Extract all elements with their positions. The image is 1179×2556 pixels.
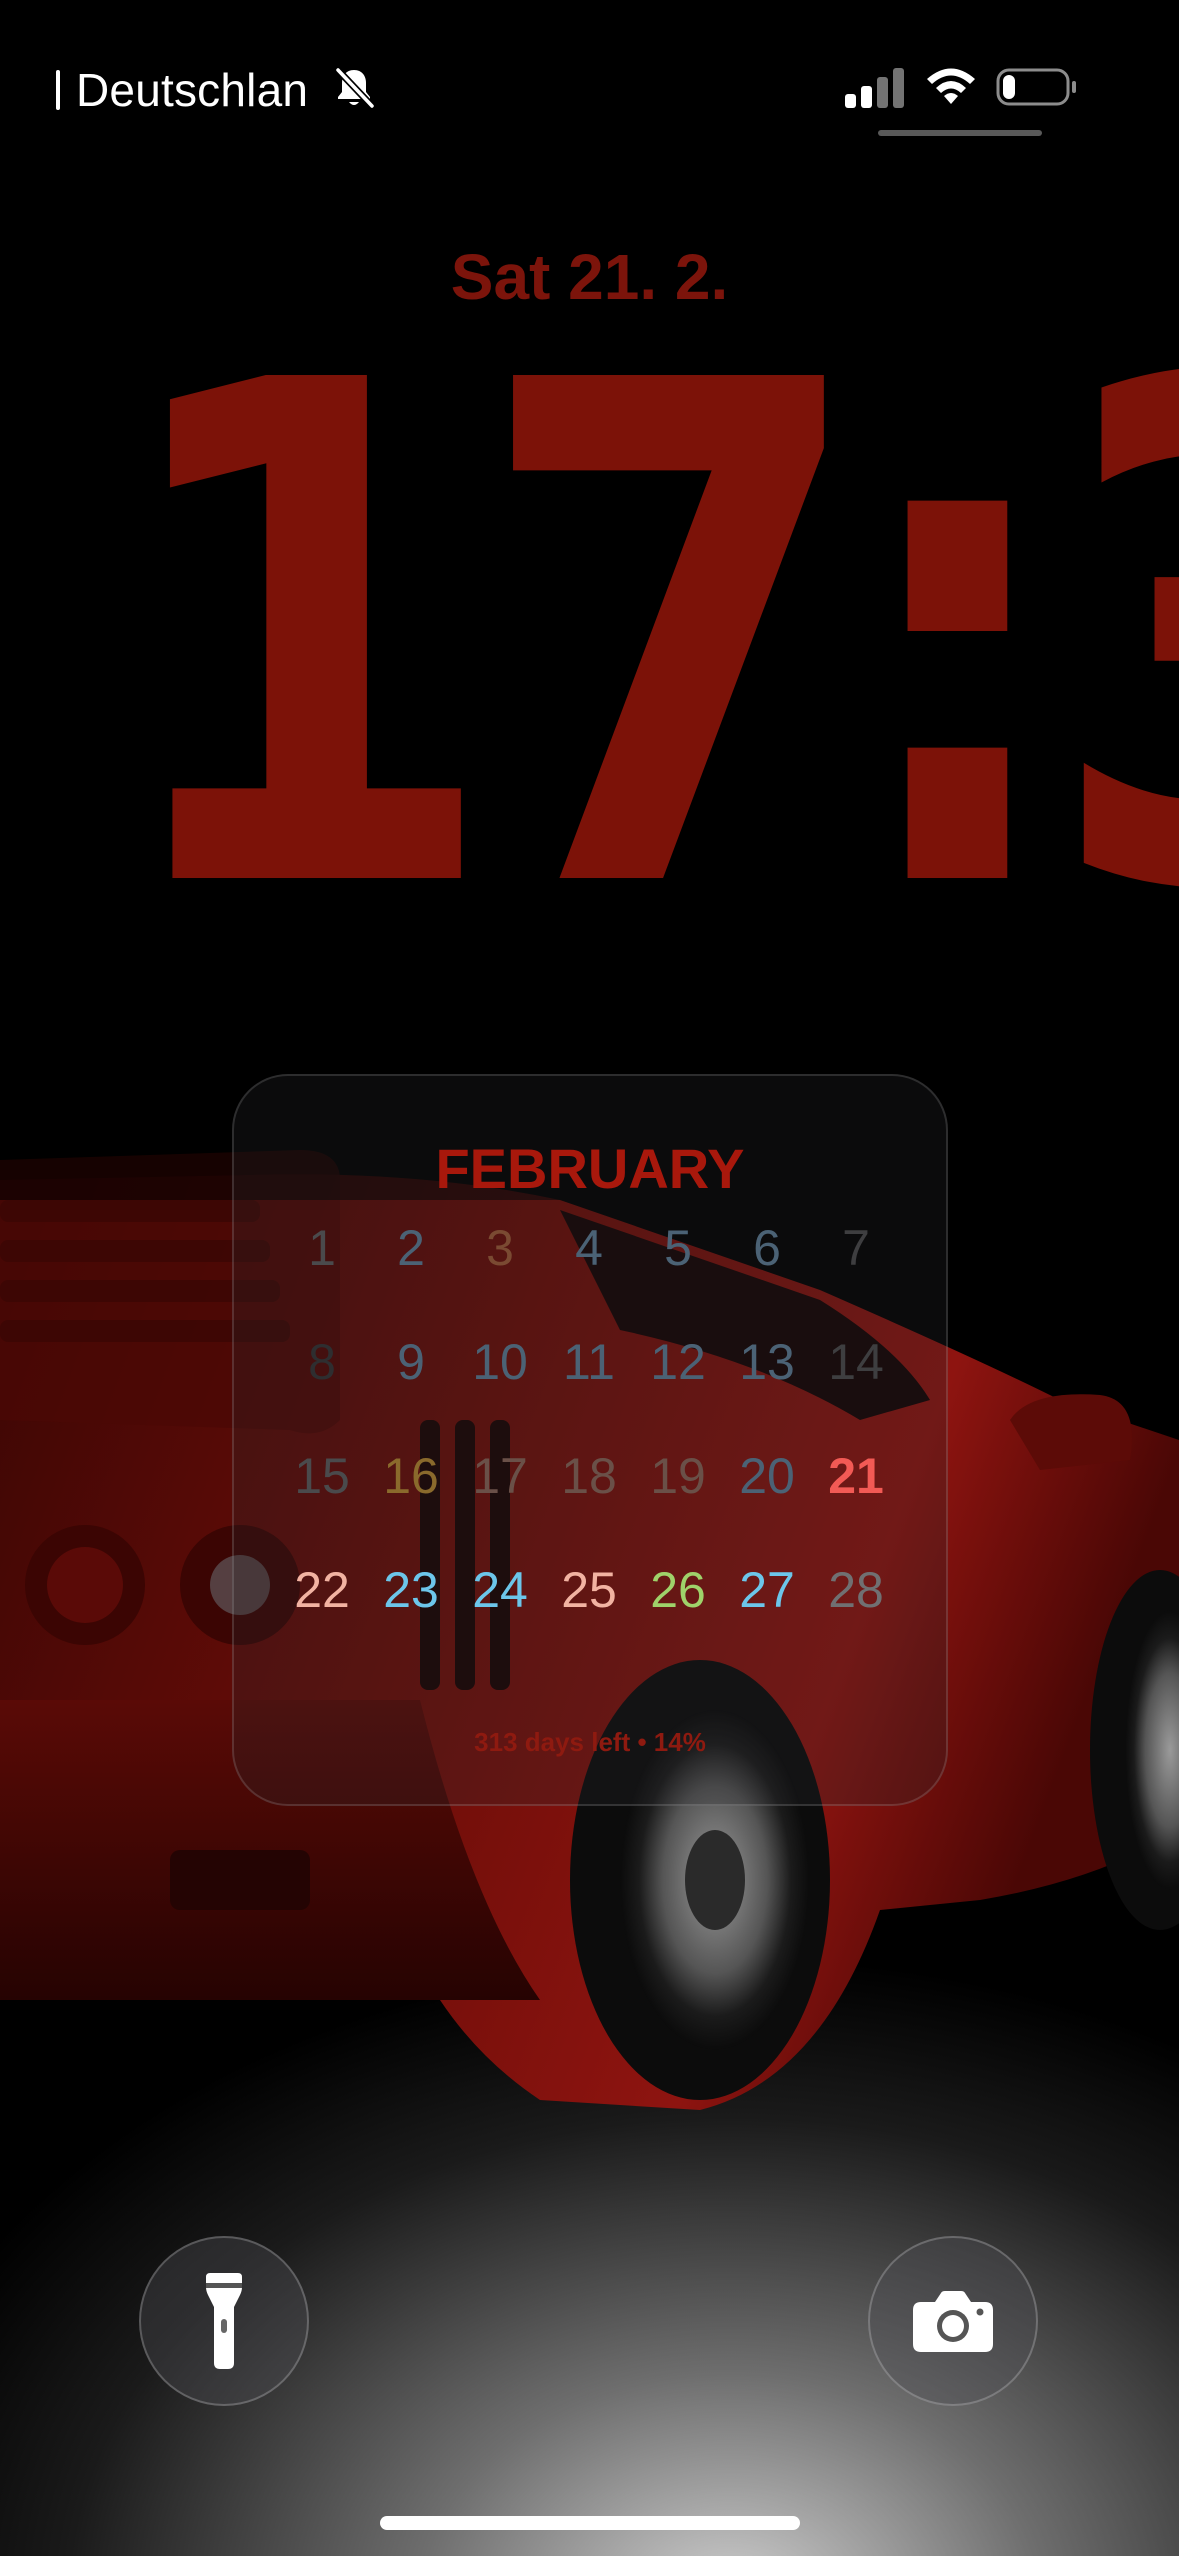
cellular-signal-icon [845, 68, 904, 108]
calendar-day: 2 [397, 1220, 425, 1276]
camera-button[interactable] [868, 2236, 1038, 2406]
carrier-name: Deutschlan [76, 64, 309, 116]
status-indicator-bar [878, 130, 1042, 136]
calendar-day: 11 [563, 1334, 615, 1390]
calendar-day: 26 [650, 1562, 706, 1618]
calendar-day: 23 [383, 1562, 439, 1618]
calendar-year-progress: 313 days left • 14% [474, 1727, 706, 1757]
bell-slash-icon [335, 67, 375, 109]
calendar-day: 24 [472, 1562, 528, 1618]
lock-screen: Deutschlan Sat 21. 2. 17:33 FEBRUAR [0, 0, 1179, 2556]
status-bar: Deutschlan [0, 0, 1179, 170]
calendar-day: 17 [472, 1448, 528, 1504]
calendar-day: 12 [650, 1334, 706, 1390]
calendar-day: 25 [561, 1562, 617, 1618]
calendar-day: 3 [486, 1220, 514, 1276]
calendar-day: 5 [664, 1220, 692, 1276]
battery-low-icon [996, 68, 1076, 106]
calendar-day: 6 [753, 1220, 781, 1276]
calendar-grid: 1 2 3 4 5 6 7 8 9 10 11 12 13 14 15 16 1… [234, 1076, 946, 1804]
calendar-widget[interactable]: FEBRUARY 1 2 3 4 5 6 7 8 9 10 11 12 13 1… [232, 1074, 948, 1806]
home-indicator[interactable] [380, 2516, 800, 2530]
calendar-day: 18 [561, 1448, 617, 1504]
calendar-day: 22 [294, 1562, 350, 1618]
carrier-scroll-edge [56, 70, 60, 110]
calendar-day: 27 [739, 1562, 795, 1618]
wifi-icon [927, 68, 975, 104]
camera-icon [913, 2291, 993, 2352]
calendar-day: 19 [650, 1448, 706, 1504]
flashlight-button[interactable] [139, 2236, 309, 2406]
calendar-day: 13 [739, 1334, 795, 1390]
calendar-day: 9 [397, 1334, 425, 1390]
calendar-day: 20 [739, 1448, 795, 1504]
calendar-day: 8 [308, 1334, 336, 1390]
calendar-day: 15 [294, 1448, 350, 1504]
lock-screen-time: 17:33 [106, 238, 1179, 1041]
calendar-day: 4 [575, 1220, 603, 1276]
calendar-day: 1 [308, 1220, 336, 1276]
calendar-day: 10 [472, 1334, 528, 1390]
calendar-day: 7 [842, 1220, 870, 1276]
calendar-day: 28 [828, 1562, 884, 1618]
calendar-day: 14 [828, 1334, 884, 1390]
calendar-day: 16 [383, 1448, 439, 1504]
calendar-day-today: 21 [828, 1448, 884, 1504]
flashlight-icon [206, 2273, 242, 2369]
